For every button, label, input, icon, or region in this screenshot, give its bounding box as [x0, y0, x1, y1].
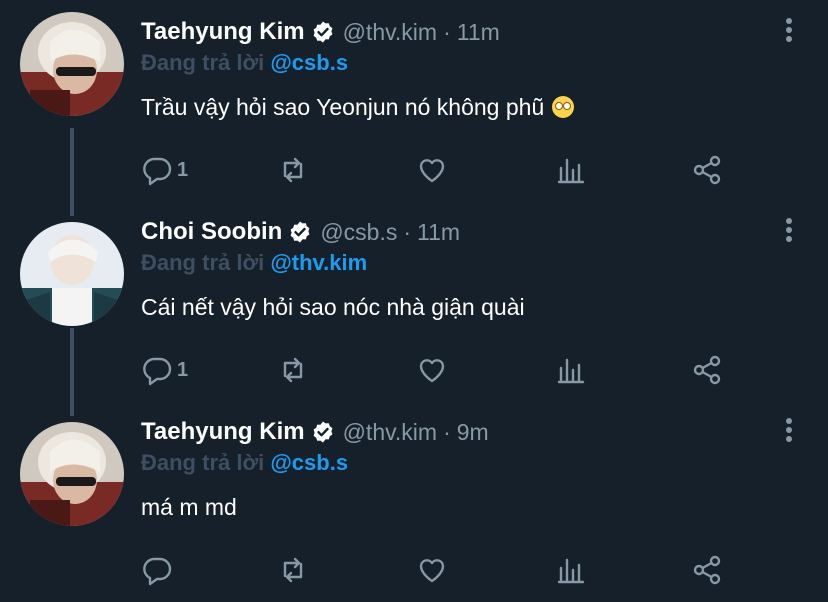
avatar-image	[20, 222, 124, 326]
share-icon	[693, 355, 721, 385]
heart-icon	[419, 559, 445, 583]
analytics-icon	[557, 558, 585, 584]
share-icon	[693, 155, 721, 185]
reply-count: 1	[177, 158, 189, 181]
like-button[interactable]	[416, 552, 448, 588]
more-vertical-icon[interactable]	[784, 416, 794, 444]
retweet-icon	[283, 357, 303, 383]
tweet-actions: 1	[141, 152, 731, 188]
like-button[interactable]	[416, 152, 448, 188]
avatar[interactable]	[20, 422, 124, 526]
timestamp[interactable]: 11m	[417, 219, 460, 246]
share-button[interactable]	[691, 352, 723, 388]
separator-dot: ·	[443, 18, 451, 45]
handle[interactable]: @thv.kim	[343, 19, 437, 46]
retweet-button[interactable]	[277, 152, 309, 188]
analytics-button[interactable]	[555, 152, 587, 188]
heart-icon	[419, 359, 445, 383]
verified-badge-icon	[313, 21, 332, 43]
verified-badge-icon	[313, 421, 332, 443]
handle[interactable]: @thv.kim	[343, 419, 437, 446]
more-vertical-icon[interactable]	[784, 16, 794, 44]
replying-to-handle[interactable]: @thv.kim	[270, 250, 367, 275]
tweet-actions	[141, 552, 731, 588]
tweet-actions: 1	[141, 352, 731, 388]
tweet-text: má m md	[141, 494, 237, 521]
tweet-header: Taehyung Kim @thv.kim · 9m	[141, 416, 489, 448]
replying-to-handle[interactable]: @csb.s	[270, 450, 348, 475]
more-vertical-icon[interactable]	[784, 216, 794, 244]
avatar-image	[20, 422, 124, 526]
retweet-button[interactable]	[277, 352, 309, 388]
analytics-icon	[557, 158, 585, 184]
tweet-header: Taehyung Kim @thv.kim · 11m	[141, 16, 500, 48]
reply-button[interactable]	[141, 552, 177, 588]
timestamp[interactable]: 11m	[457, 19, 500, 46]
display-name[interactable]: Taehyung Kim	[141, 18, 305, 46]
replying-prefix: Đang trả lời	[141, 450, 265, 475]
tweet-text: Trầu vậy hỏi sao Yeonjun nó không phũ	[141, 94, 575, 121]
tweet-text-content: má m md	[141, 494, 237, 520]
share-button[interactable]	[691, 152, 723, 188]
reply-icon	[143, 557, 172, 586]
separator-dot: ·	[403, 218, 412, 245]
analytics-button[interactable]	[555, 352, 587, 388]
handle[interactable]: @csb.s	[320, 219, 397, 246]
tweet-text: Cái nết vậy hỏi sao nóc nhà giận quài	[141, 294, 525, 321]
analytics-icon	[557, 358, 585, 384]
retweet-button[interactable]	[277, 552, 309, 588]
heart-icon	[419, 159, 445, 183]
replying-to-handle[interactable]: @csb.s	[270, 50, 348, 75]
display-name[interactable]: Choi Soobin	[141, 218, 282, 246]
like-button[interactable]	[416, 352, 448, 388]
rolling-eyes-emoji-icon	[552, 96, 575, 118]
reply-button[interactable]: 1	[141, 152, 188, 188]
analytics-button[interactable]	[555, 552, 587, 588]
verified-badge-icon	[290, 221, 310, 243]
avatar[interactable]	[20, 12, 124, 116]
replying-prefix: Đang trả lời	[141, 250, 265, 275]
timestamp[interactable]: 9m	[457, 419, 489, 446]
retweet-icon	[283, 557, 303, 583]
display-name[interactable]: Taehyung Kim	[141, 418, 305, 446]
replying-prefix: Đang trả lời	[141, 50, 265, 75]
retweet-icon	[283, 157, 303, 183]
reply-icon	[143, 157, 172, 186]
separator-dot: ·	[443, 418, 451, 445]
replying-to: Đang trả lời @csb.s	[141, 450, 348, 476]
reply-icon	[143, 357, 172, 386]
avatar-image	[20, 12, 124, 116]
tweet-1[interactable]: Taehyung Kim @thv.kim · 11m Đang trả lời…	[0, 0, 828, 200]
tweet-text-content: Trầu vậy hỏi sao Yeonjun nó không phũ	[141, 94, 545, 120]
reply-count: 1	[177, 358, 189, 381]
avatar[interactable]	[20, 222, 124, 326]
share-button[interactable]	[691, 552, 723, 588]
tweet-header: Choi Soobin @csb.s · 11m	[141, 216, 460, 248]
replying-to: Đang trả lời @thv.kim	[141, 250, 367, 276]
share-icon	[693, 555, 721, 585]
tweet-text-content: Cái nết vậy hỏi sao nóc nhà giận quài	[141, 294, 525, 320]
reply-button[interactable]: 1	[141, 352, 188, 388]
tweet-2[interactable]: Choi Soobin @csb.s · 11m Đang trả lời @t…	[0, 200, 828, 400]
replying-to: Đang trả lời @csb.s	[141, 50, 348, 76]
tweet-3[interactable]: Taehyung Kim @thv.kim · 9m Đang trả lời …	[0, 400, 828, 600]
